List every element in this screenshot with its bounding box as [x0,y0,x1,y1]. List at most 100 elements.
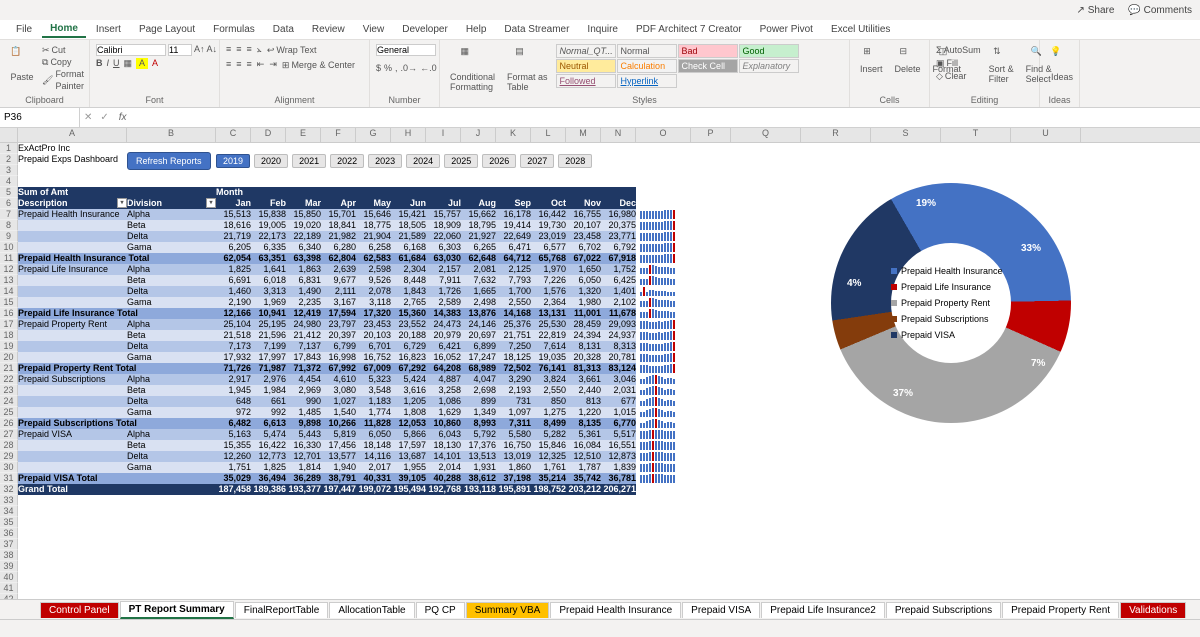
row-header[interactable]: 13 [0,275,18,286]
column-header[interactable]: G [356,128,391,142]
column-header[interactable]: H [391,128,426,142]
orientation-icon[interactable]: ⦛ [257,44,262,56]
share-button[interactable]: ↗ Share [1077,5,1115,16]
row-header[interactable]: 32 [0,484,18,495]
column-header[interactable]: F [321,128,356,142]
refresh-reports-button[interactable]: Refresh Reports [127,152,211,170]
year-filter-2026[interactable]: 2026 [482,154,516,168]
row-header[interactable]: 12 [0,264,18,275]
sheet-tab-pq-cp[interactable]: PQ CP [416,602,465,618]
merge-center-button[interactable]: ⊞ Merge & Center [282,59,355,71]
autosum-button[interactable]: Σ AutoSum [936,44,981,56]
cell-style-option[interactable]: Calculation [617,59,677,73]
font-size-select[interactable] [168,44,192,56]
cell-style-option[interactable]: Good [739,44,799,58]
column-header[interactable]: B [127,128,216,142]
row-header[interactable]: 31 [0,473,18,484]
pivot-month-header[interactable]: Month Name ▾ [216,187,251,198]
bold-button[interactable]: B [96,58,103,69]
row-header[interactable]: 27 [0,429,18,440]
format-as-table-button[interactable]: ▤Format as Table [503,44,552,94]
column-header[interactable]: M [566,128,601,142]
row-header[interactable]: 21 [0,363,18,374]
indent-left-icon[interactable]: ⇤ [257,59,265,71]
row-header[interactable]: 42 [0,594,18,599]
row-header[interactable]: 6 [0,198,18,209]
decrease-decimal-icon[interactable]: ←.0 [420,63,437,73]
percent-icon[interactable]: % [384,63,392,73]
fx-icon[interactable]: fx [113,112,133,123]
column-header[interactable]: N [601,128,636,142]
sheet-tab-prepaid-subscriptions[interactable]: Prepaid Subscriptions [886,602,1001,618]
sheet-tab-validations[interactable]: Validations [1120,602,1186,618]
row-header[interactable]: 25 [0,407,18,418]
row-header[interactable]: 41 [0,583,18,594]
row-header[interactable]: 14 [0,286,18,297]
cell-style-option[interactable]: Normal_QT... [556,44,616,58]
cell-style-option[interactable]: Normal [617,44,677,58]
increase-font-icon[interactable]: A↑ [194,44,205,56]
row-header[interactable]: 1 [0,143,18,154]
ribbon-tab-page-layout[interactable]: Page Layout [131,22,203,37]
ribbon-tab-formulas[interactable]: Formulas [205,22,263,37]
name-box[interactable]: P36 [0,108,80,127]
row-header[interactable]: 35 [0,517,18,528]
row-header[interactable]: 19 [0,341,18,352]
ribbon-tab-data-streamer[interactable]: Data Streamer [496,22,577,37]
row-header[interactable]: 16 [0,308,18,319]
row-header[interactable]: 26 [0,418,18,429]
enter-formula-icon[interactable]: ✓ [96,112,112,123]
align-center-icon[interactable]: ≡ [236,59,241,71]
row-header[interactable]: 10 [0,242,18,253]
sheet-tab-pt-report-summary[interactable]: PT Report Summary [120,601,234,619]
align-bottom-icon[interactable]: ≡ [247,44,252,56]
row-header[interactable]: 4 [0,176,18,187]
column-header[interactable]: I [426,128,461,142]
cell-style-option[interactable]: Check Cell [678,59,738,73]
row-header[interactable]: 9 [0,231,18,242]
ideas-button[interactable]: 💡Ideas [1046,44,1078,84]
year-filter-2027[interactable]: 2027 [520,154,554,168]
currency-icon[interactable]: $ [376,63,381,73]
column-header[interactable]: L [531,128,566,142]
row-header[interactable]: 23 [0,385,18,396]
row-header[interactable]: 39 [0,561,18,572]
copy-button[interactable]: ⧉ Copy [42,56,84,68]
sheet-tab-prepaid-health-insurance[interactable]: Prepaid Health Insurance [550,602,681,618]
conditional-formatting-button[interactable]: ▦Conditional Formatting [446,44,499,94]
year-filter-2025[interactable]: 2025 [444,154,478,168]
format-painter-button[interactable]: 🖌 Format Painter [42,68,84,92]
column-header[interactable]: U [1011,128,1081,142]
ribbon-tab-excel-utilities[interactable]: Excel Utilities [823,22,898,37]
column-header[interactable]: K [496,128,531,142]
column-header[interactable]: R [801,128,871,142]
column-header[interactable]: C [216,128,251,142]
italic-button[interactable]: I [107,58,110,69]
ribbon-tab-inquire[interactable]: Inquire [579,22,626,37]
column-header[interactable]: S [871,128,941,142]
cancel-formula-icon[interactable]: ✕ [80,112,96,123]
sheet-tab-prepaid-visa[interactable]: Prepaid VISA [682,602,760,618]
pivot-description-header[interactable]: Description ▾ [18,198,127,209]
ribbon-tab-review[interactable]: Review [304,22,353,37]
row-header[interactable]: 2 [0,154,18,165]
year-filter-2020[interactable]: 2020 [254,154,288,168]
row-header[interactable]: 3 [0,165,18,176]
cell-style-option[interactable]: Neutral [556,59,616,73]
row-header[interactable]: 28 [0,440,18,451]
delete-cells-button[interactable]: ⊟Delete [891,44,925,76]
column-header[interactable]: P [691,128,731,142]
ribbon-tab-power-pivot[interactable]: Power Pivot [752,22,821,37]
row-header[interactable]: 22 [0,374,18,385]
insert-cells-button[interactable]: ⊞Insert [856,44,887,76]
column-header[interactable]: D [251,128,286,142]
cell-style-option[interactable]: Bad [678,44,738,58]
row-header[interactable]: 15 [0,297,18,308]
column-header[interactable]: O [636,128,691,142]
row-header[interactable]: 24 [0,396,18,407]
year-filter-2023[interactable]: 2023 [368,154,402,168]
cell-style-option[interactable]: Followed Hyp... [556,74,616,88]
column-header[interactable]: A [18,128,127,142]
row-header[interactable]: 33 [0,495,18,506]
fill-button[interactable]: ▣ Fill [936,57,981,69]
